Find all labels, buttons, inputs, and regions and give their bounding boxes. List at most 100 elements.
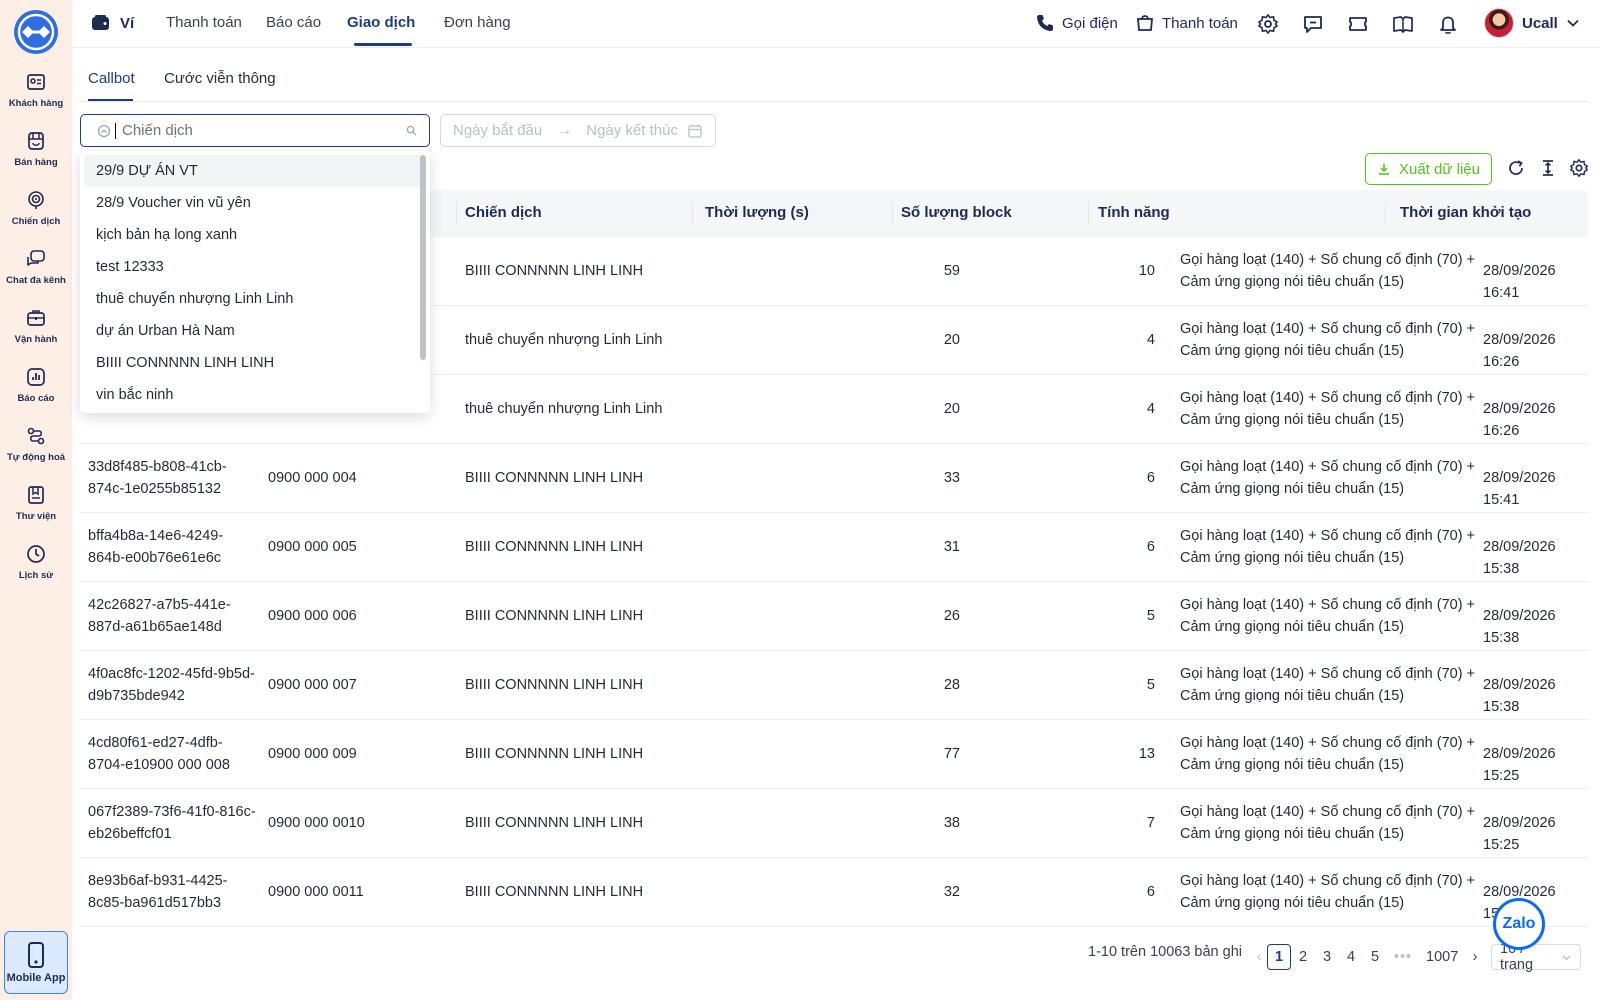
- dropdown-option[interactable]: dự án Urban Hà Nam: [84, 315, 426, 347]
- payment-button[interactable]: Thanh toán: [1135, 13, 1238, 33]
- table-row[interactable]: 067f2389-73f6-41f0-816c-eb26beffcf01 0900…: [80, 789, 1588, 858]
- transaction-id: bffa4b8a-14e6-4249-864b-e00b76e61e6c: [88, 528, 224, 566]
- sidebar-item-label: Thư viện: [15, 511, 57, 522]
- user-menu[interactable]: Ucall: [1484, 8, 1580, 38]
- transaction-id: 8e93b6af-b931-4425-8c85-ba961d517bb3: [88, 873, 228, 911]
- block-count: 13: [1138, 746, 1155, 762]
- tab-cuoc-vien-thong[interactable]: Cước viễn thông: [164, 70, 276, 87]
- sidebar-item-label: Báo cáo: [17, 393, 55, 404]
- book-icon[interactable]: [1392, 13, 1414, 35]
- campaign-search-input[interactable]: [122, 122, 406, 139]
- sidebar-item-label: Khách hàng: [8, 98, 64, 109]
- dropdown-option[interactable]: thuê chuyển nhượng Linh Linh: [84, 283, 426, 315]
- sidebar-item-library[interactable]: Thư viện: [0, 483, 72, 539]
- sidebar-item-report[interactable]: Báo cáo: [0, 365, 72, 421]
- col-duration[interactable]: Thời lượng (s): [705, 204, 809, 221]
- table-row[interactable]: 42c26827-a7b5-441e-887d-a61b65ae148d 0900…: [80, 582, 1588, 651]
- nav-don-hang[interactable]: Đơn hàng: [444, 14, 511, 31]
- cart-icon: [1137, 15, 1153, 31]
- duration: 59: [943, 263, 960, 279]
- page-1[interactable]: 1: [1267, 944, 1291, 970]
- col-campaign[interactable]: Chiến dịch: [465, 204, 542, 221]
- duration: 20: [943, 332, 960, 348]
- page-last[interactable]: 1007: [1426, 944, 1458, 970]
- call-button[interactable]: Gọi điện: [1035, 13, 1118, 33]
- history-icon: [24, 542, 48, 566]
- sidebar-item-history[interactable]: Lịch sử: [0, 542, 72, 598]
- export-data-button[interactable]: Xuất dữ liệu: [1365, 153, 1492, 185]
- table-settings-icon[interactable]: [1569, 158, 1591, 180]
- message-icon[interactable]: [1302, 13, 1324, 35]
- nav-thanh-toan[interactable]: Thanh toán: [166, 14, 242, 31]
- dropdown-option[interactable]: 28/9 Voucher vin vũ yên: [84, 187, 426, 219]
- sidebar-item-label: Vận hành: [14, 334, 58, 345]
- ticket-icon[interactable]: [1347, 13, 1369, 35]
- col-created[interactable]: Thời gian khởi tạo: [1400, 204, 1531, 221]
- phone-number: 0900 000 006: [268, 608, 357, 624]
- top-nav: Ví Thanh toán Báo cáo Giao dịch Đơn hàng…: [72, 0, 1600, 48]
- table-row[interactable]: 4f0ac8fc-1202-45fd-9b5d-d9b735bde942 0900…: [80, 651, 1588, 720]
- customer-icon: [24, 70, 48, 94]
- table-row[interactable]: 4cd80f61-ed27-4dfb-8704-e10900 000 008 09…: [80, 720, 1588, 789]
- phone-call-icon: [1037, 15, 1053, 31]
- campaign-select[interactable]: [80, 114, 430, 147]
- page-size-select[interactable]: 10 / trang: [1491, 941, 1581, 973]
- date-range-picker[interactable]: Ngày bắt đầu → Ngày kết thúc: [440, 114, 716, 147]
- bell-icon[interactable]: [1437, 13, 1459, 35]
- table-row[interactable]: bffa4b8a-14e6-4249-864b-e00b76e61e6c 0900…: [80, 513, 1588, 582]
- refresh-icon[interactable]: [1506, 158, 1528, 180]
- dropdown-option[interactable]: BIIII CONNNNN LINH LINH: [84, 347, 426, 379]
- dropdown-option[interactable]: test 12333: [84, 251, 426, 283]
- col-feature[interactable]: Tính năng: [1098, 204, 1170, 221]
- sidebar-item-store[interactable]: Bán hàng: [0, 129, 72, 185]
- column-divider: [892, 202, 893, 224]
- block-count: 6: [1146, 539, 1155, 555]
- phone-number: 0900 000 009: [268, 746, 357, 762]
- dropdown-scrollbar[interactable]: [420, 155, 426, 360]
- page-4[interactable]: 4: [1339, 944, 1363, 970]
- column-divider: [1385, 202, 1386, 224]
- sidebar-item-campaign[interactable]: Chiến dịch: [0, 188, 72, 244]
- duration: 20: [943, 401, 960, 417]
- dropdown-option[interactable]: vin bắc ninh: [84, 379, 426, 411]
- phone-number: 0900 000 0011: [268, 884, 364, 900]
- dropdown-option[interactable]: kịch bản hạ long xanh: [84, 219, 426, 251]
- sidebar-item-chat[interactable]: Chat đa kênh: [0, 247, 72, 303]
- tab-callbot[interactable]: Callbot: [88, 70, 135, 87]
- table-row[interactable]: 33d8f485-b808-41cb-874c-1e0255b85132 0900…: [80, 444, 1588, 513]
- date-start-input[interactable]: Ngày bắt đầu: [453, 122, 542, 139]
- campaign-dropdown: 29/9 DỰ ÁN VT 28/9 Voucher vin vũ yên kịch…: [80, 151, 430, 413]
- table-row[interactable]: 8e93b6af-b931-4425-8c85-ba961d517bb3 0900…: [80, 858, 1588, 927]
- feature-description: Gọi hàng loạt (140) + Số chung cố định (…: [1180, 597, 1476, 635]
- zalo-chat-button[interactable]: Zalo: [1493, 898, 1545, 950]
- page-3[interactable]: 3: [1315, 944, 1339, 970]
- call-label: Gọi điện: [1062, 14, 1118, 32]
- nav-giao-dich[interactable]: Giao dịch: [347, 14, 415, 31]
- next-page-button[interactable]: ›: [1463, 944, 1487, 970]
- block-count: 6: [1146, 884, 1155, 900]
- app-logo[interactable]: [14, 10, 58, 54]
- mobile-app-label: Mobile App: [6, 972, 66, 984]
- transaction-id: 42c26827-a7b5-441e-887d-a61b65ae148d: [88, 597, 231, 635]
- date-end-input[interactable]: Ngày kết thúc: [586, 122, 678, 139]
- page-5[interactable]: 5: [1363, 944, 1387, 970]
- mobile-app-button[interactable]: Mobile App: [4, 931, 68, 994]
- col-blocks[interactable]: Số lượng block: [901, 204, 1012, 221]
- settings-icon[interactable]: [1257, 13, 1279, 35]
- campaign-name: BIIII CONNNNN LINH LINH: [465, 539, 644, 555]
- sidebar-item-automation[interactable]: Tự động hoá: [0, 424, 72, 480]
- transaction-id: 067f2389-73f6-41f0-816c-eb26beffcf01: [88, 804, 256, 842]
- sidebar-item-briefcase[interactable]: Vận hành: [0, 306, 72, 362]
- user-name: Ucall: [1522, 14, 1558, 32]
- page-2[interactable]: 2: [1291, 944, 1315, 970]
- dropdown-option[interactable]: 29/9 DỰ ÁN VT: [84, 155, 426, 187]
- arrow-right-icon: →: [556, 121, 573, 139]
- sidebar-item-customer[interactable]: Khách hàng: [0, 70, 72, 126]
- feature-description: Gọi hàng loạt (140) + Số chung cố định (…: [1180, 252, 1476, 290]
- wallet-link[interactable]: Ví: [90, 12, 134, 34]
- nav-bao-cao[interactable]: Báo cáo: [266, 14, 321, 31]
- column-height-icon[interactable]: [1538, 158, 1560, 180]
- duration: 28: [943, 677, 960, 693]
- page-ellipsis[interactable]: •••: [1391, 944, 1415, 970]
- download-icon: [1379, 163, 1390, 175]
